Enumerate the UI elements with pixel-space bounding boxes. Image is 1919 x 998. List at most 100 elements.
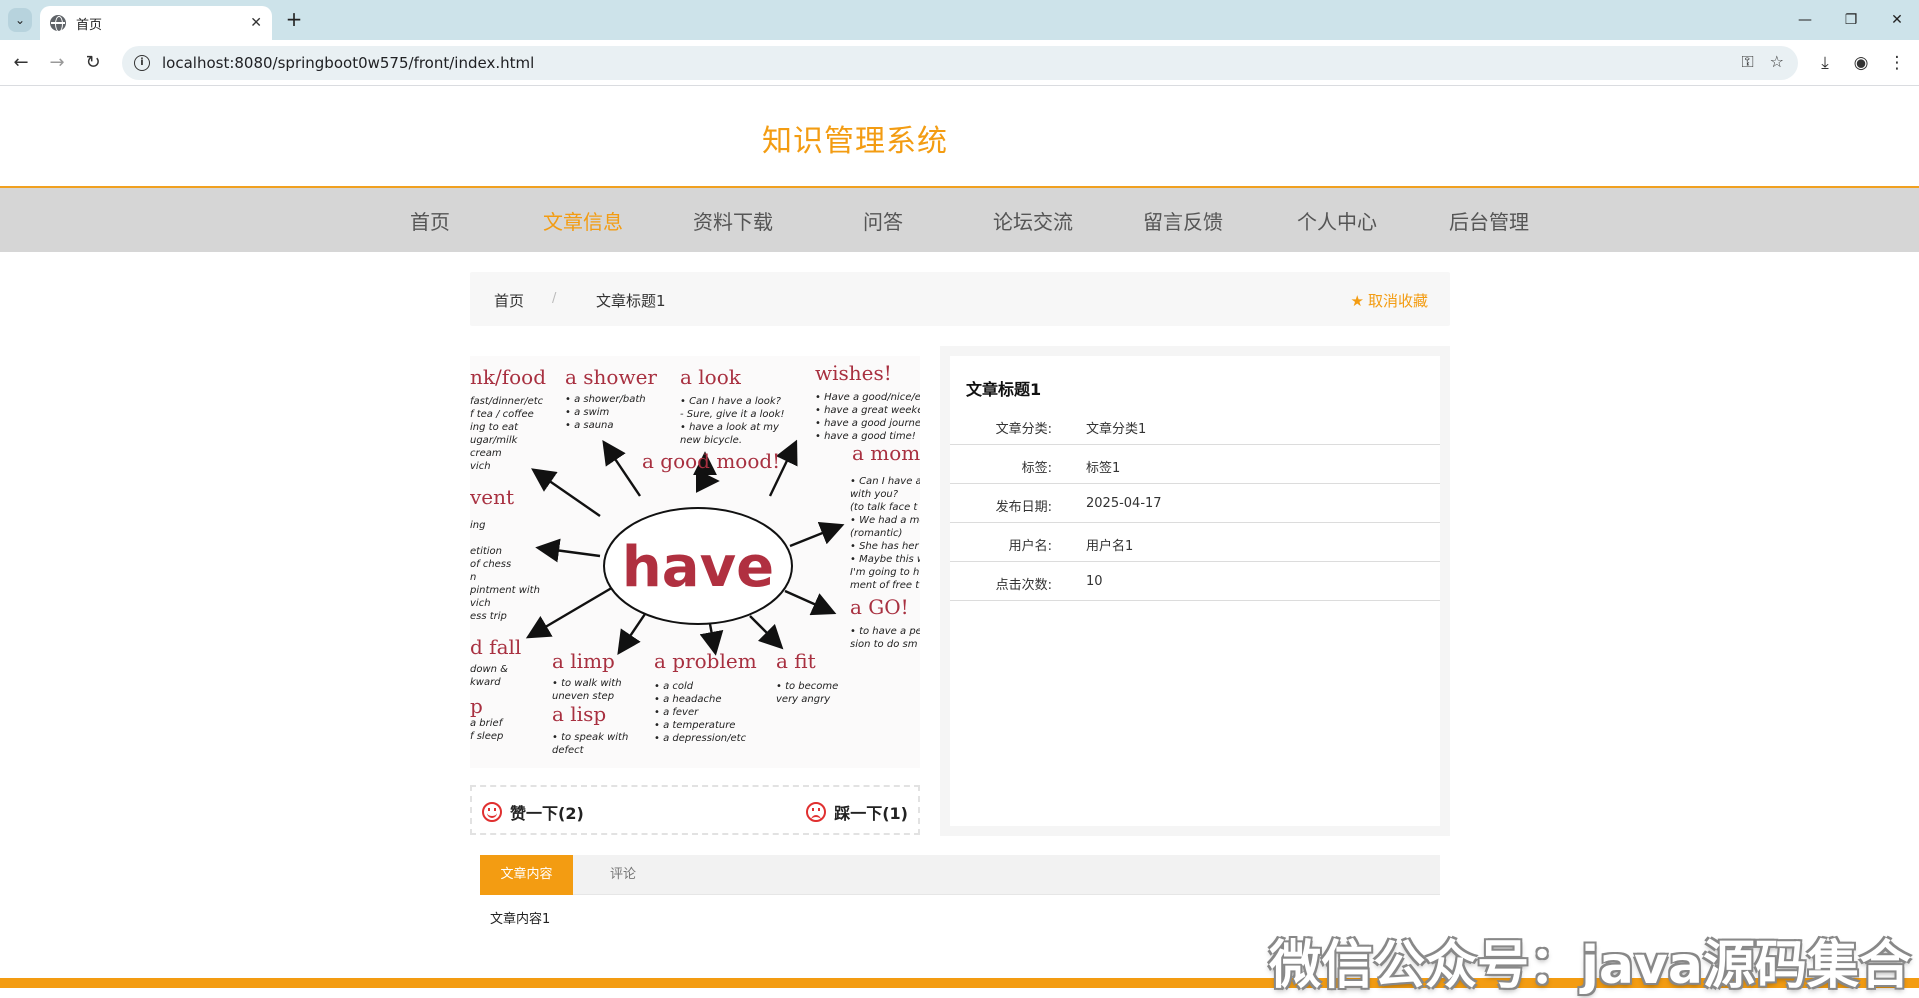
svg-text:• a depression/etc: • a depression/etc — [654, 733, 747, 744]
globe-icon — [50, 15, 66, 32]
detail-label: 标签: — [1021, 461, 1052, 476]
browser-tab[interactable]: 首页 ✕ — [40, 6, 272, 40]
nav-home[interactable]: 首页 — [410, 206, 450, 235]
svg-text:a lisp: a lisp — [552, 702, 606, 726]
svg-text:a problem: a problem — [654, 649, 757, 673]
svg-text:• a fever: • a fever — [654, 707, 699, 718]
unfavorite-button[interactable]: ★ 取消收藏 — [1351, 290, 1428, 311]
svg-text:pintment with: pintment with — [470, 585, 540, 596]
svg-text:with you?: with you? — [850, 489, 899, 500]
svg-text:• have a look at my: • have a look at my — [680, 422, 780, 433]
watermark-text: 微信公众号：java源码集合 — [1269, 936, 1911, 996]
svg-text:ment of free t: ment of free t — [850, 580, 920, 591]
svg-text:(to talk face t: (to talk face t — [850, 502, 918, 513]
content-tabs: 文章内容 评论 — [480, 855, 1440, 895]
article-detail-panel: 文章标题1 文章分类: 文章分类1 标签: 标签1 发布日期: 2025-04-… — [940, 346, 1450, 836]
detail-row-clicks: 点击次数: 10 — [950, 562, 1440, 601]
svg-text:(romantic): (romantic) — [850, 528, 902, 539]
svg-text:• to become: • to become — [776, 681, 838, 692]
breadcrumb: 首页 / 文章标题1 ★ 取消收藏 — [470, 272, 1450, 326]
nav-articles[interactable]: 文章信息 — [543, 206, 623, 235]
svg-text:• a temperature: • a temperature — [654, 720, 735, 731]
url-text[interactable]: localhost:8080/springboot0w575/front/ind… — [162, 54, 534, 72]
svg-text:• to have a per: • to have a per — [850, 626, 920, 637]
nav-qa[interactable]: 问答 — [863, 206, 903, 235]
detail-row-date: 发布日期: 2025-04-17 — [950, 484, 1440, 523]
svg-text:• a swim: • a swim — [565, 407, 610, 418]
detail-row-tag: 标签: 标签1 — [950, 445, 1440, 484]
svg-text:a mome: a mome — [852, 441, 920, 465]
frown-icon — [806, 802, 827, 822]
star-icon: ★ — [1350, 291, 1364, 310]
tab-article-content[interactable]: 文章内容 — [480, 855, 573, 895]
minimize-icon[interactable]: — — [1790, 6, 1820, 34]
svg-text:very angry: very angry — [776, 694, 831, 705]
svg-text:down &: down & — [470, 664, 508, 675]
nav-feedback[interactable]: 留言反馈 — [1143, 206, 1223, 235]
svg-text:new bicycle.: new bicycle. — [680, 435, 742, 446]
nav-admin[interactable]: 后台管理 — [1449, 206, 1529, 235]
svg-text:• a cold: • a cold — [654, 681, 694, 692]
more-menu-icon[interactable]: ⋮ — [1884, 50, 1910, 76]
article-cover-image: have nk/food a shower a look wishes! a g… — [470, 356, 920, 768]
forward-icon[interactable]: → — [44, 50, 70, 76]
svg-text:• have a good journey: • have a good journey — [815, 418, 920, 429]
breadcrumb-home[interactable]: 首页 — [494, 290, 524, 311]
browser-tab-strip: ⌄ 首页 ✕ + — ❐ ✕ — [0, 0, 1919, 40]
svg-text:f tea / coffee: f tea / coffee — [470, 409, 534, 420]
detail-row-category: 文章分类: 文章分类1 — [950, 406, 1440, 445]
main-nav: 首页 文章信息 资料下载 问答 论坛交流 留言反馈 个人中心 后台管理 — [0, 188, 1919, 252]
back-icon[interactable]: ← — [8, 50, 34, 76]
nav-forum[interactable]: 论坛交流 — [993, 206, 1073, 235]
svg-text:n: n — [470, 572, 476, 583]
svg-text:wishes!: wishes! — [815, 361, 892, 385]
address-bar[interactable]: i localhost:8080/springboot0w575/front/i… — [122, 46, 1798, 80]
tab-title: 首页 — [76, 17, 103, 33]
svg-text:• have a great weeken: • have a great weeken — [815, 405, 920, 416]
unfavorite-label: 取消收藏 — [1367, 292, 1428, 310]
svg-text:ing: ing — [470, 520, 485, 531]
site-title: 知识管理系统 — [762, 124, 948, 159]
new-tab-icon[interactable]: + — [282, 8, 306, 32]
window-close-icon[interactable]: ✕ — [1882, 6, 1912, 34]
cover-center-word: have — [622, 535, 774, 600]
detail-label: 点击次数: — [995, 578, 1052, 593]
download-icon[interactable]: ⤓ — [1812, 50, 1838, 76]
restore-icon[interactable]: ❐ — [1836, 6, 1866, 34]
svg-text:I'm going to h: I'm going to h — [850, 567, 919, 578]
svg-text:- Sure, give it a look!: - Sure, give it a look! — [680, 409, 784, 420]
svg-text:etition: etition — [470, 546, 502, 557]
like-button[interactable]: 赞一下(2) — [482, 800, 584, 824]
dislike-label: 踩一下(1) — [834, 804, 908, 823]
vote-bar: 赞一下(2) 踩一下(1) — [470, 785, 920, 835]
svg-text:ess trip: ess trip — [470, 611, 507, 622]
smile-icon — [482, 802, 502, 822]
svg-text:cream: cream — [470, 448, 502, 459]
profile-icon[interactable]: ◉ — [1848, 50, 1874, 76]
reload-icon[interactable]: ↻ — [80, 50, 106, 76]
svg-text:• have a good time!: • have a good time! — [815, 431, 916, 442]
breadcrumb-current: 文章标题1 — [596, 292, 666, 310]
detail-value: 文章分类1 — [1086, 422, 1147, 437]
svg-text:a fit: a fit — [776, 649, 816, 673]
svg-text:vich: vich — [470, 598, 491, 609]
dislike-button[interactable]: 踩一下(1) — [806, 800, 908, 824]
svg-text:• We had a mo: • We had a mo — [850, 515, 920, 526]
article-title: 文章标题1 — [966, 380, 1042, 399]
password-key-icon[interactable]: ⚿ — [1741, 52, 1753, 72]
tab-search-chevron-icon[interactable]: ⌄ — [8, 8, 32, 32]
close-tab-icon[interactable]: ✕ — [250, 15, 262, 31]
svg-text:• a headache: • a headache — [654, 694, 721, 705]
svg-text:vich: vich — [470, 461, 491, 472]
svg-text:• Maybe this w: • Maybe this w — [850, 554, 920, 565]
bookmark-star-icon[interactable]: ☆ — [1770, 52, 1784, 72]
svg-text:• to walk with: • to walk with — [552, 678, 622, 689]
site-info-icon[interactable]: i — [134, 55, 150, 71]
browser-toolbar: ← → ↻ i localhost:8080/springboot0w575/f… — [0, 40, 1919, 86]
nav-profile[interactable]: 个人中心 — [1297, 206, 1377, 235]
tab-comments[interactable]: 评论 — [610, 855, 636, 895]
svg-text:sion to do sm: sion to do sm — [850, 639, 918, 650]
svg-text:• a shower/bath: • a shower/bath — [565, 394, 646, 405]
svg-text:a brief: a brief — [470, 718, 504, 729]
nav-downloads[interactable]: 资料下载 — [693, 206, 773, 235]
